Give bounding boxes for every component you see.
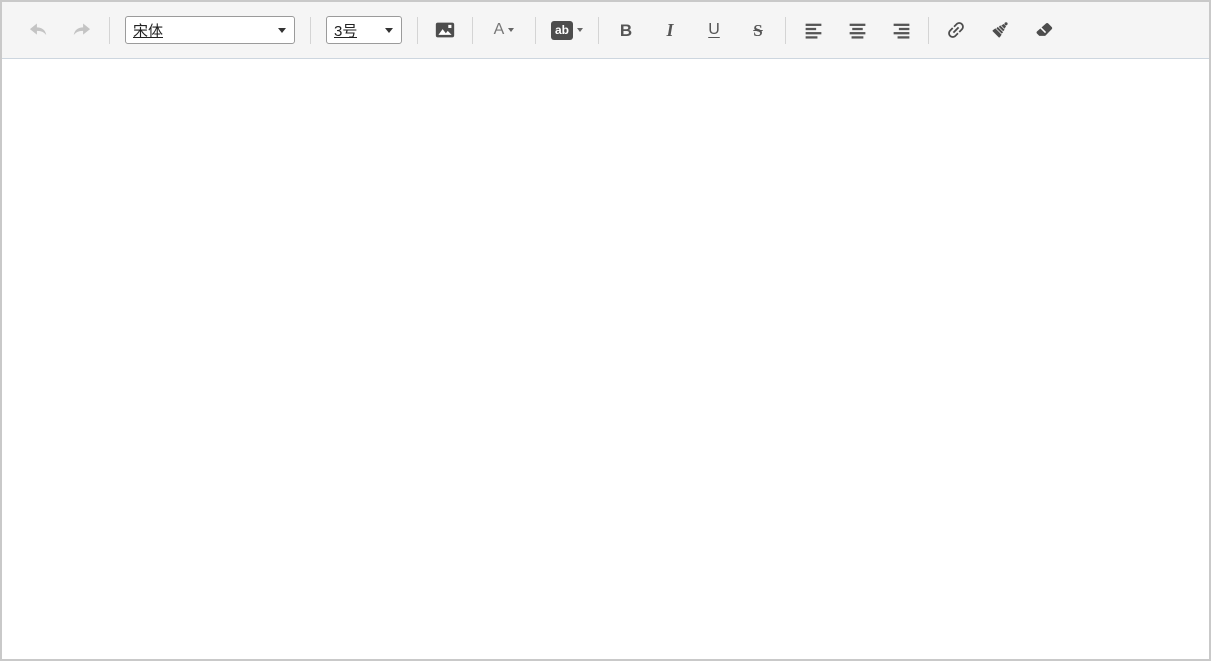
font-size-value: 3号: [334, 22, 358, 40]
chevron-down-icon: [508, 28, 515, 32]
font-size-select[interactable]: 3号: [326, 16, 402, 44]
align-left-button[interactable]: [798, 15, 828, 45]
strikethrough-button[interactable]: S: [743, 15, 773, 45]
highlight-color-button[interactable]: ab: [548, 15, 586, 45]
align-center-icon: [849, 23, 865, 39]
rich-text-editor: 宋体 3号 A ab B I U S: [0, 0, 1211, 661]
insert-image-button[interactable]: [430, 15, 460, 45]
align-right-icon: [893, 23, 909, 39]
toolbar-separator: [417, 16, 418, 44]
chevron-down-icon: [278, 27, 286, 33]
align-right-button[interactable]: [886, 15, 916, 45]
font-color-label: A: [493, 21, 505, 38]
underline-button[interactable]: U: [699, 15, 729, 45]
redo-button[interactable]: [67, 15, 97, 45]
toolbar-separator: [598, 16, 599, 44]
toolbar-separator: [535, 16, 536, 44]
bold-button[interactable]: B: [611, 15, 641, 45]
italic-label: I: [666, 20, 674, 40]
font-family-select[interactable]: 宋体: [125, 16, 295, 44]
italic-button[interactable]: I: [655, 15, 685, 45]
strikethrough-label: S: [753, 20, 763, 40]
font-family-value: 宋体: [133, 22, 164, 40]
chevron-down-icon: [385, 27, 393, 33]
undo-icon: [29, 23, 47, 36]
link-icon: [948, 22, 964, 38]
toolbar-separator: [109, 16, 110, 44]
align-center-button[interactable]: [842, 15, 872, 45]
format-brush-button[interactable]: [985, 15, 1015, 45]
underline-label: U: [708, 21, 720, 38]
font-color-button[interactable]: A: [485, 15, 523, 45]
toolbar-separator: [472, 16, 473, 44]
highlight-label: ab: [550, 20, 573, 40]
eraser-button[interactable]: [1029, 15, 1059, 45]
editor-toolbar: 宋体 3号 A ab B I U S: [2, 2, 1209, 59]
toolbar-separator: [928, 16, 929, 44]
bold-label: B: [619, 20, 633, 40]
image-icon: [435, 22, 455, 38]
undo-button[interactable]: [23, 15, 53, 45]
toolbar-separator: [310, 16, 311, 44]
insert-link-button[interactable]: [941, 15, 971, 45]
toolbar-separator: [785, 16, 786, 44]
redo-icon: [73, 23, 91, 36]
align-left-icon: [805, 23, 821, 39]
eraser-icon: [1036, 22, 1053, 36]
editor-content[interactable]: [2, 59, 1209, 659]
brush-icon: [992, 22, 1008, 38]
chevron-down-icon: [577, 28, 583, 32]
